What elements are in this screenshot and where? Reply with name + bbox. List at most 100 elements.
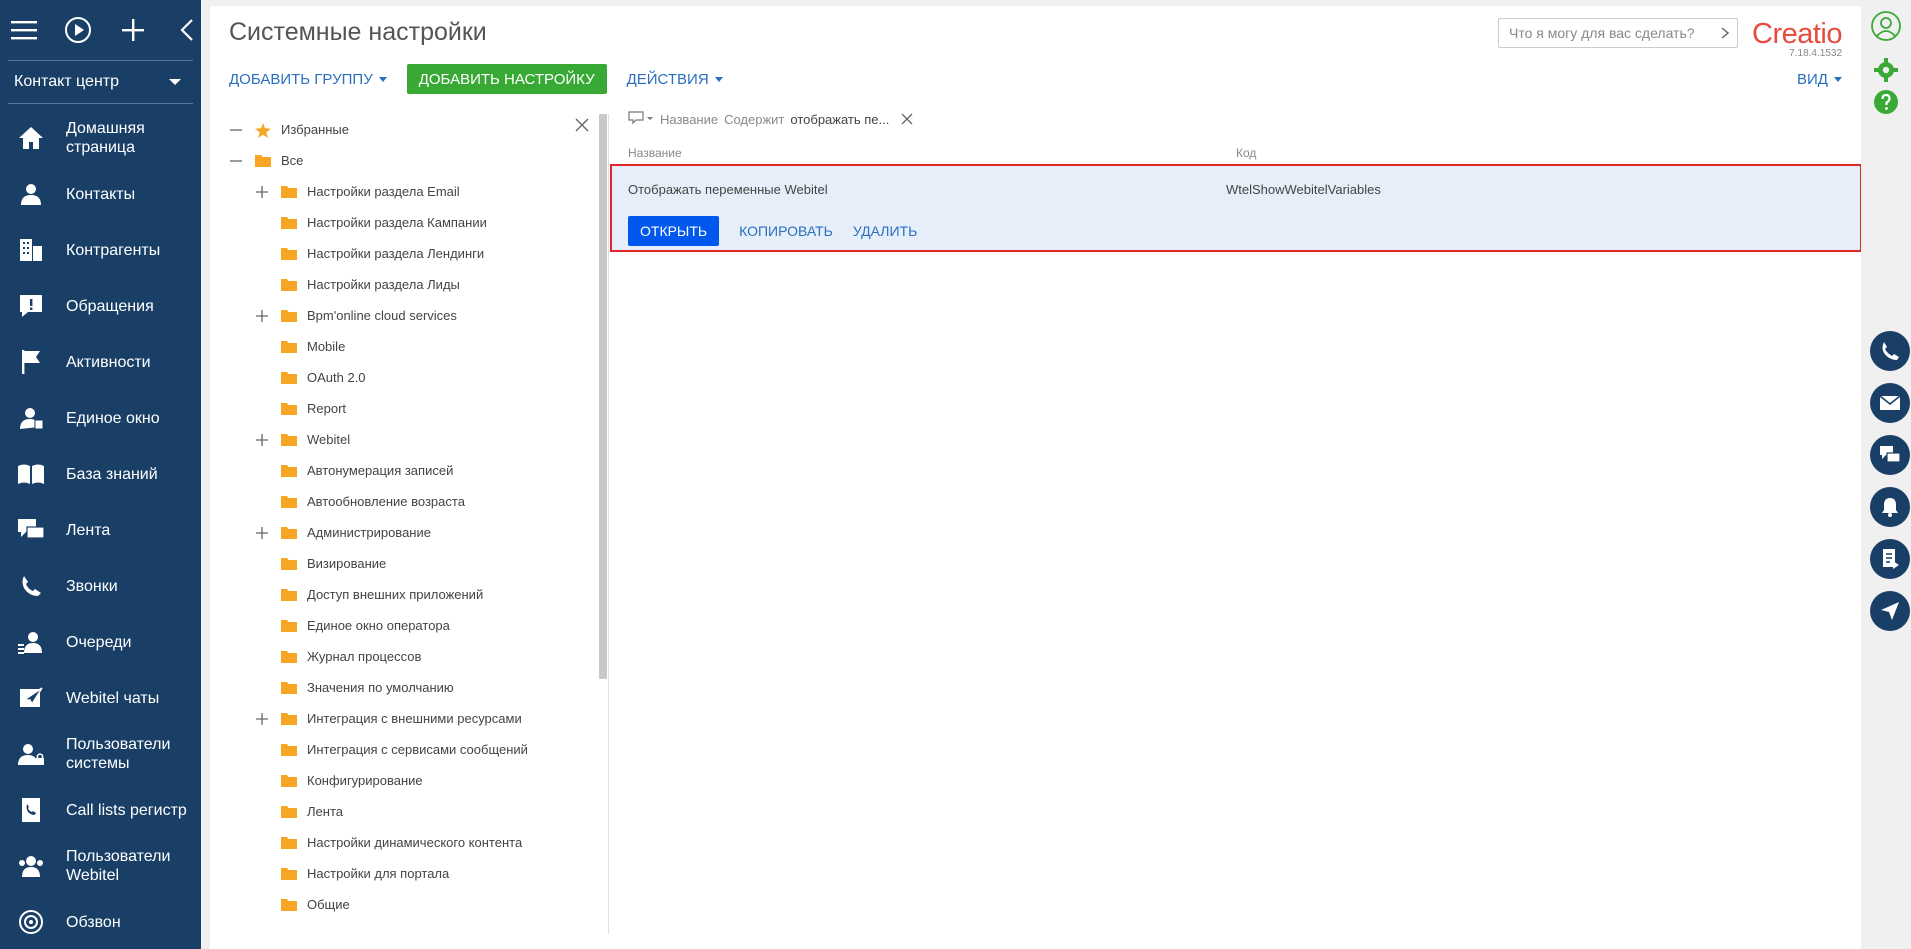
assistant-search[interactable]: Что я могу для вас сделать? <box>1498 18 1738 48</box>
collapse-tree-icon[interactable] <box>229 154 243 168</box>
tree-node-label: Администрирование <box>307 525 431 540</box>
tree-node[interactable]: Настройки для портала <box>229 858 599 889</box>
tree-node[interactable]: Избранные <box>229 114 599 145</box>
folder-icon <box>281 836 297 850</box>
play-icon[interactable] <box>64 15 92 45</box>
nav-item[interactable]: Домашняя страница <box>0 110 201 166</box>
nav-item[interactable]: Обзвон <box>0 894 201 949</box>
nav-item[interactable]: Пользователи Webitel <box>0 838 201 894</box>
nav-item-label: Webitel чаты <box>66 689 160 707</box>
nav-item[interactable]: Пользователи системы <box>0 726 201 782</box>
folder-icon <box>281 526 297 540</box>
nav-item-label: База знаний <box>66 465 158 483</box>
expand-icon[interactable] <box>255 712 269 726</box>
tree-node[interactable]: Настройки раздела Лендинги <box>229 238 599 269</box>
workspace-select[interactable]: Контакт центр <box>8 60 193 104</box>
nav-item[interactable]: Webitel чаты <box>0 670 201 726</box>
nav-item[interactable]: Звонки <box>0 558 201 614</box>
collapse-icon[interactable] <box>173 15 201 45</box>
expand-icon[interactable] <box>255 185 269 199</box>
tree-node[interactable]: Единое окно оператора <box>229 610 599 641</box>
tree-node[interactable]: Bpm'online cloud services <box>229 300 599 331</box>
add-group-button[interactable]: Добавить группу <box>229 64 387 94</box>
actions-button[interactable]: Действия <box>627 64 723 94</box>
nav-item[interactable]: Контакты <box>0 166 201 222</box>
tree-node[interactable]: Визирование <box>229 548 599 579</box>
collapse-tree-icon[interactable] <box>229 123 243 137</box>
mail-icon[interactable] <box>1870 383 1910 423</box>
add-setting-button[interactable]: ДОБАВИТЬ НАСТРОЙКУ <box>406 64 607 94</box>
filter-value[interactable]: отображать пе... <box>790 112 889 127</box>
chat-icon[interactable] <box>1870 435 1910 475</box>
delete-button[interactable]: УДАЛИТЬ <box>853 223 917 239</box>
nav-item[interactable]: Очереди <box>0 614 201 670</box>
nav-item[interactable]: Контрагенты <box>0 222 201 278</box>
cell-name: Отображать переменные Webitel <box>628 182 828 197</box>
tree-node[interactable]: Автонумерация записей <box>229 455 599 486</box>
tree-node[interactable]: Администрирование <box>229 517 599 548</box>
filter-bar: Название Содержит отображать пе... <box>628 111 913 127</box>
close-icon[interactable] <box>575 118 589 132</box>
nav-item[interactable]: Активности <box>0 334 201 390</box>
main-panel: Системные настройки Что я могу для вас с… <box>210 6 1862 949</box>
tree-node[interactable]: Настройки раздела Кампании <box>229 207 599 238</box>
tree-node[interactable]: Журнал процессов <box>229 641 599 672</box>
nav-item-label: Call lists регистр <box>66 801 187 819</box>
tree-node[interactable]: Конфигурирование <box>229 765 599 796</box>
expand-icon[interactable] <box>255 309 269 323</box>
actions-label: Действия <box>626 70 709 88</box>
gear-icon[interactable] <box>1870 54 1902 86</box>
caret-down-icon <box>378 76 387 82</box>
tree-node[interactable]: Общие <box>229 889 599 914</box>
tree-node[interactable]: Значения по умолчанию <box>229 672 599 703</box>
tree-node[interactable]: OAuth 2.0 <box>229 362 599 393</box>
tree-node[interactable]: Лента <box>229 796 599 827</box>
table-row[interactable]: Отображать переменные Webitel WtelShowWe… <box>610 164 1862 252</box>
help-icon[interactable] <box>1870 86 1902 118</box>
tree-node[interactable]: Доступ внешних приложений <box>229 579 599 610</box>
tree-node[interactable]: Настройки раздела Email <box>229 176 599 207</box>
nav-item[interactable]: База знаний <box>0 446 201 502</box>
view-label: Вид <box>1797 70 1828 88</box>
profile-icon[interactable] <box>1870 10 1902 42</box>
agent-icon <box>16 403 46 433</box>
close-icon[interactable] <box>901 113 913 125</box>
script-icon[interactable] <box>1870 539 1910 579</box>
tree-node[interactable]: Webitel <box>229 424 599 455</box>
tree-node[interactable]: Настройки динамического контента <box>229 827 599 858</box>
nav-item[interactable]: Лента <box>0 502 201 558</box>
tree-node[interactable]: Настройки раздела Лиды <box>229 269 599 300</box>
tree-node[interactable]: Report <box>229 393 599 424</box>
open-button[interactable]: ОТКРЫТЬ <box>628 216 720 246</box>
nav-item[interactable]: Call lists регистр <box>0 782 201 838</box>
folder-icon <box>281 743 297 757</box>
workspace-label: Контакт центр <box>14 73 119 90</box>
nav-item-label: Активности <box>66 353 151 371</box>
folder-icon <box>281 278 297 292</box>
column-header-code[interactable]: Код <box>1236 146 1256 160</box>
nav-item[interactable]: Обращения <box>0 278 201 334</box>
tree-node-label: Значения по умолчанию <box>307 680 454 695</box>
menu-icon[interactable] <box>10 15 38 45</box>
bell-icon[interactable] <box>1870 487 1910 527</box>
tree-node-label: Настройки раздела Email <box>307 184 460 199</box>
tree-node[interactable]: Все <box>229 145 599 176</box>
tree-scrollbar[interactable] <box>599 114 607 679</box>
filter-icon[interactable] <box>628 111 654 127</box>
phone-icon[interactable] <box>1870 331 1910 371</box>
add-icon[interactable] <box>119 15 147 45</box>
users-lock-icon <box>16 739 46 769</box>
nav-item-label: Единое окно <box>66 409 160 427</box>
folder-icon <box>281 588 297 602</box>
expand-icon[interactable] <box>255 526 269 540</box>
tree-node[interactable]: Интеграция с внешними ресурсами <box>229 703 599 734</box>
copy-button[interactable]: КОПИРОВАТЬ <box>739 223 833 239</box>
tree-node[interactable]: Mobile <box>229 331 599 362</box>
tree-node[interactable]: Автообновление возраста <box>229 486 599 517</box>
tree-node[interactable]: Интеграция с сервисами сообщений <box>229 734 599 765</box>
nav-item[interactable]: Единое окно <box>0 390 201 446</box>
column-header-name[interactable]: Название <box>628 146 682 160</box>
send-icon[interactable] <box>1870 591 1910 631</box>
expand-icon[interactable] <box>255 433 269 447</box>
view-button[interactable]: Вид <box>1797 64 1842 94</box>
